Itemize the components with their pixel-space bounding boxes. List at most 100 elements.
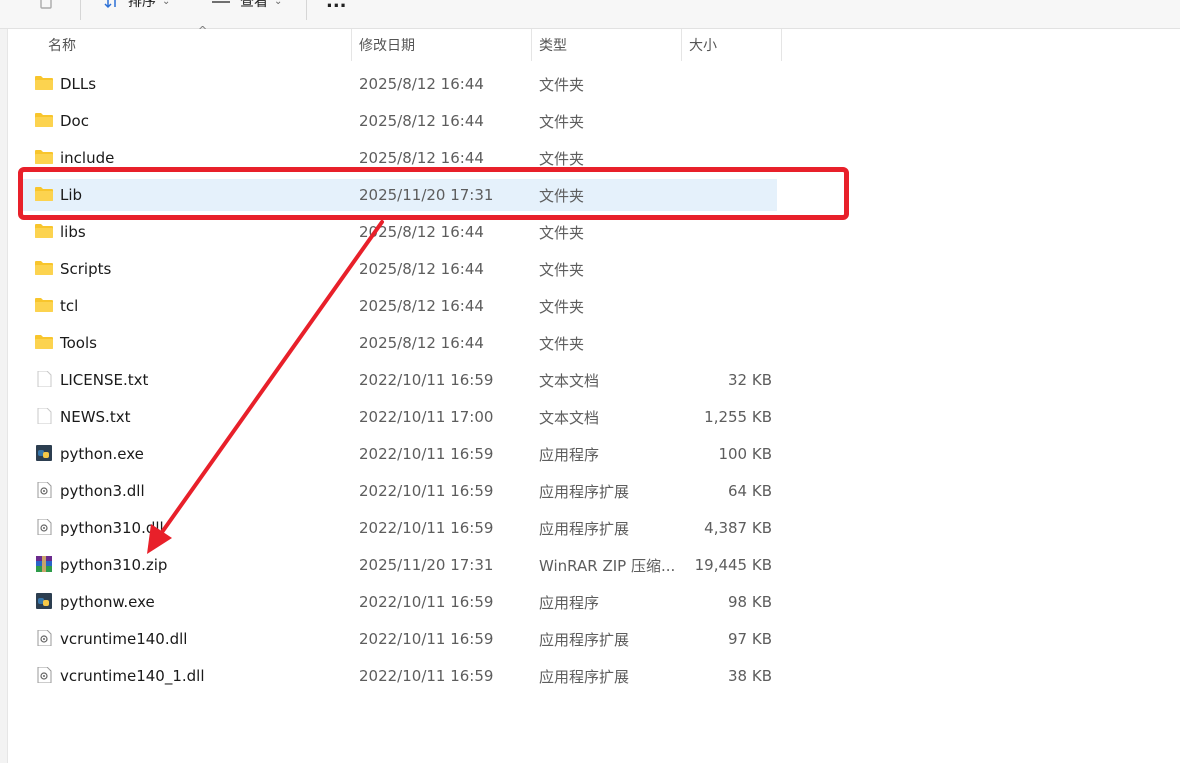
sort-ascending-icon: ^ [198, 24, 208, 37]
file-row[interactable]: Scripts 2025/8/12 16:44 文件夹 [22, 253, 777, 285]
python-exe-icon [35, 445, 53, 461]
file-size: 19,445 KB [694, 556, 772, 574]
file-row[interactable]: python310.dll 2022/10/11 16:59 应用程序扩展 4,387… [22, 512, 777, 544]
file-row[interactable]: tcl 2025/8/12 16:44 文件夹 [22, 290, 777, 322]
view-button[interactable]: 查看 ⌄ [212, 0, 282, 11]
file-name: libs [60, 223, 86, 241]
file-date: 2025/8/12 16:44 [359, 297, 484, 315]
file-type: 文件夹 [539, 75, 585, 94]
file-name: Doc [60, 112, 89, 130]
file-size: 97 KB [728, 630, 772, 648]
file-row[interactable]: vcruntime140.dll 2022/10/11 16:59 应用程序扩展 97… [22, 623, 777, 655]
trash-icon [40, 0, 52, 9]
delete-button[interactable] [38, 0, 54, 11]
column-divider[interactable] [531, 29, 532, 61]
file-date: 2025/8/12 16:44 [359, 75, 484, 93]
folder-icon [35, 149, 53, 165]
column-header-date[interactable]: 修改日期 [359, 29, 529, 61]
file-date: 2022/10/11 16:59 [359, 519, 494, 537]
file-name: tcl [60, 297, 79, 315]
column-header-date-label: 修改日期 [359, 38, 415, 54]
file-type: 文件夹 [539, 149, 585, 168]
view-label: 查看 [240, 0, 268, 10]
folder-icon [35, 334, 53, 350]
folder-icon [35, 75, 53, 91]
file-row[interactable]: Tools 2025/8/12 16:44 文件夹 [22, 327, 777, 359]
toolbar-divider [80, 0, 81, 20]
sort-icon [104, 0, 116, 9]
file-date: 2022/10/11 16:59 [359, 593, 494, 611]
file-date: 2025/8/12 16:44 [359, 149, 484, 167]
column-header-type[interactable]: 类型 [539, 29, 679, 61]
file-row[interactable]: python3.dll 2022/10/11 16:59 应用程序扩展 64 KB [22, 475, 777, 507]
navigation-pane-edge[interactable] [0, 29, 8, 763]
file-type: 文本文档 [539, 408, 600, 427]
sort-label: 排序 [128, 0, 156, 10]
file-size: 32 KB [728, 371, 772, 389]
file-size: 1,255 KB [704, 408, 772, 426]
file-size: 64 KB [728, 482, 772, 500]
column-divider[interactable] [781, 29, 782, 61]
chevron-down-icon: ⌄ [162, 0, 171, 7]
file-row[interactable]: python310.zip 2025/11/20 17:31 WinRAR ZIP … [22, 549, 777, 581]
file-name: python310.zip [60, 556, 168, 574]
text-file-icon [35, 370, 53, 388]
file-date: 2022/10/11 16:59 [359, 445, 494, 463]
column-header-name-label: 名称 [48, 38, 76, 54]
file-name: include [60, 149, 115, 167]
file-date: 2025/11/20 17:31 [359, 556, 494, 574]
file-name: vcruntime140_1.dll [60, 667, 205, 685]
column-header-type-label: 类型 [539, 38, 567, 54]
file-name: python.exe [60, 445, 144, 463]
chevron-down-icon: ⌄ [274, 0, 283, 7]
column-divider[interactable] [351, 29, 352, 61]
file-date: 2025/8/12 16:44 [359, 223, 484, 241]
file-name: pythonw.exe [60, 593, 155, 611]
file-type: 应用程序扩展 [539, 519, 630, 538]
command-bar: 排序 ⌄ 查看 ⌄ ... [0, 0, 1180, 29]
file-type: 文件夹 [539, 260, 585, 279]
file-row[interactable]: python.exe 2022/10/11 16:59 应用程序 100 KB [22, 438, 777, 470]
file-size: 98 KB [728, 593, 772, 611]
column-divider[interactable] [681, 29, 682, 61]
folder-icon [35, 223, 53, 239]
column-header-row: 名称 ^ 修改日期 类型 大小 [8, 24, 1180, 61]
more-icon: ... [326, 0, 347, 12]
folder-icon [35, 112, 53, 128]
file-row[interactable]: DLLs 2025/8/12 16:44 文件夹 [22, 68, 777, 100]
file-row[interactable]: LICENSE.txt 2022/10/11 16:59 文本文档 32 KB [22, 364, 777, 396]
file-size: 4,387 KB [704, 519, 772, 537]
file-row[interactable]: Lib 2025/11/20 17:31 文件夹 [22, 179, 777, 211]
file-row[interactable]: vcruntime140_1.dll 2022/10/11 16:59 应用程序扩展… [22, 660, 777, 692]
file-row[interactable]: NEWS.txt 2022/10/11 17:00 文本文档 1,255 KB [22, 401, 777, 433]
toolbar-divider [306, 0, 307, 20]
file-type: 应用程序 [539, 593, 600, 612]
winrar-zip-icon [35, 556, 53, 572]
dll-file-icon [35, 666, 53, 684]
file-date: 2022/10/11 16:59 [359, 667, 494, 685]
file-row[interactable]: pythonw.exe 2022/10/11 16:59 应用程序 98 KB [22, 586, 777, 618]
more-options-button[interactable]: ... [326, 0, 347, 12]
folder-icon [35, 260, 53, 276]
file-name: vcruntime140.dll [60, 630, 188, 648]
file-name: LICENSE.txt [60, 371, 149, 389]
file-row[interactable]: include 2025/8/12 16:44 文件夹 [22, 142, 777, 174]
file-type: 应用程序扩展 [539, 667, 630, 686]
file-date: 2022/10/11 17:00 [359, 408, 494, 426]
sort-button[interactable]: 排序 ⌄ [104, 0, 170, 11]
column-header-size[interactable]: 大小 [689, 29, 779, 61]
file-type: 文件夹 [539, 223, 585, 242]
text-file-icon [35, 407, 53, 425]
file-type: 文件夹 [539, 297, 585, 316]
file-type: 应用程序扩展 [539, 630, 630, 649]
file-name: Scripts [60, 260, 112, 278]
file-type: 应用程序扩展 [539, 482, 630, 501]
file-type: 文本文档 [539, 371, 600, 390]
file-date: 2022/10/11 16:59 [359, 371, 494, 389]
folder-icon [35, 186, 53, 202]
file-row[interactable]: Doc 2025/8/12 16:44 文件夹 [22, 105, 777, 137]
file-date: 2025/8/12 16:44 [359, 112, 484, 130]
file-row[interactable]: libs 2025/8/12 16:44 文件夹 [22, 216, 777, 248]
file-date: 2025/8/12 16:44 [359, 334, 484, 352]
dll-file-icon [35, 481, 53, 499]
